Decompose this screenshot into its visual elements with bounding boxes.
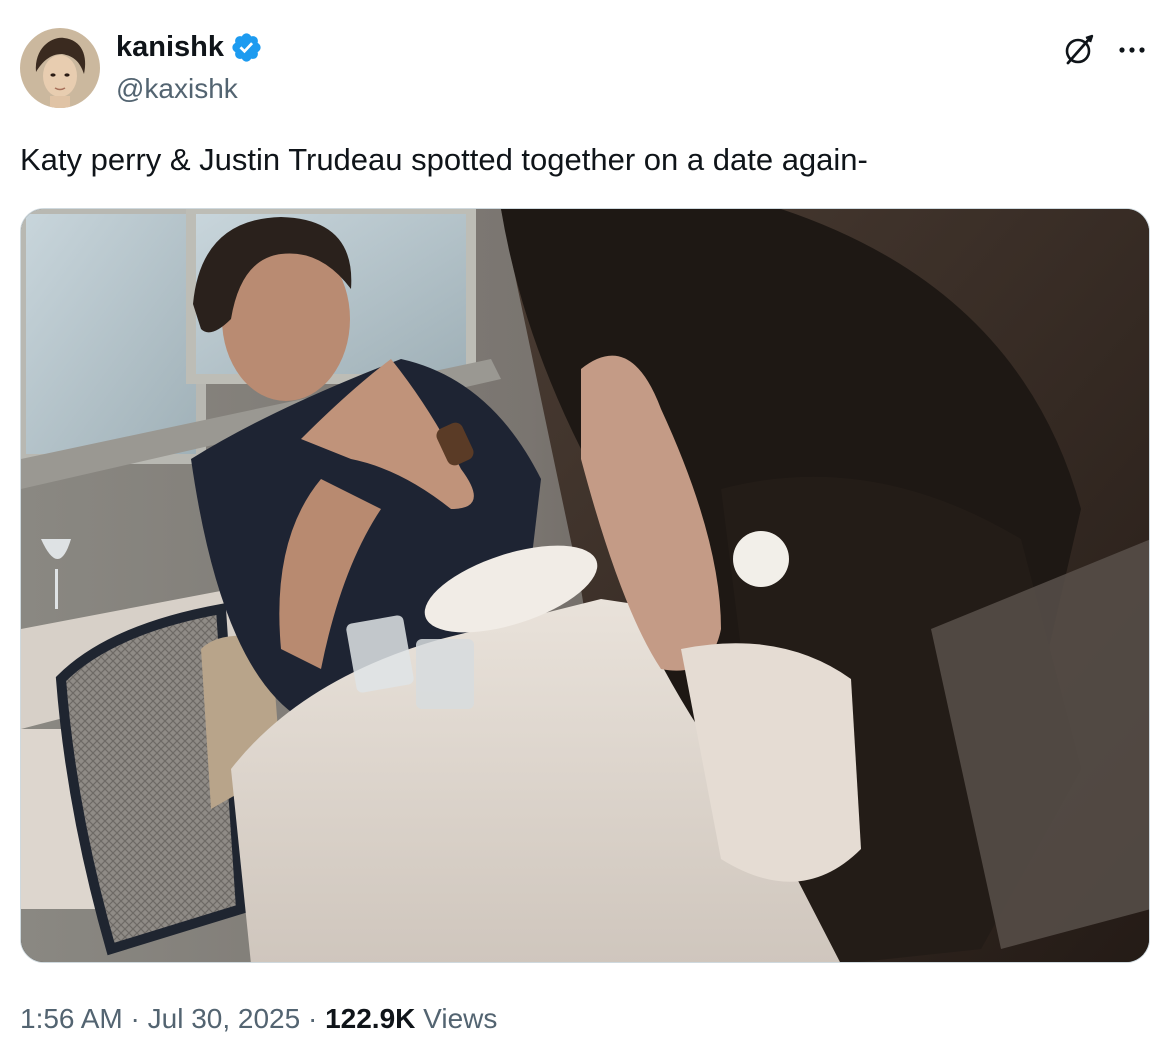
views-link[interactable]: 122.9K Views <box>325 1003 497 1034</box>
author-handle[interactable]: @kaxishk <box>116 72 238 106</box>
views-label: Views <box>423 1003 498 1034</box>
verified-badge-icon[interactable] <box>230 31 263 64</box>
restaurant-photo <box>21 209 1149 962</box>
grok-icon[interactable] <box>1058 30 1098 70</box>
tweet-text: Katy perry & Justin Trudeau spotted toge… <box>20 142 868 177</box>
more-dots-icon[interactable] <box>1112 30 1152 70</box>
author-display-name[interactable]: kanishk <box>116 30 224 64</box>
meta-separator: · <box>130 1003 140 1034</box>
avatar[interactable] <box>20 28 100 108</box>
avatar-image <box>20 28 100 108</box>
author-name-row: kanishk <box>116 30 263 64</box>
tweet-time: 1:56 AM <box>20 1003 123 1034</box>
tweet-photo[interactable] <box>20 208 1150 963</box>
views-count: 122.9K <box>325 1003 416 1034</box>
tweet-meta: 1:56 AM · Jul 30, 2025 · 122.9K Views <box>20 1000 497 1038</box>
tweet-date: Jul 30, 2025 <box>147 1003 301 1034</box>
meta-separator: · <box>307 1003 318 1034</box>
tweet-timestamp[interactable]: 1:56 AM · Jul 30, 2025 <box>20 1003 300 1034</box>
tweet: kanishk @kaxishk Katy perry & Justin Tru… <box>0 0 1170 1058</box>
